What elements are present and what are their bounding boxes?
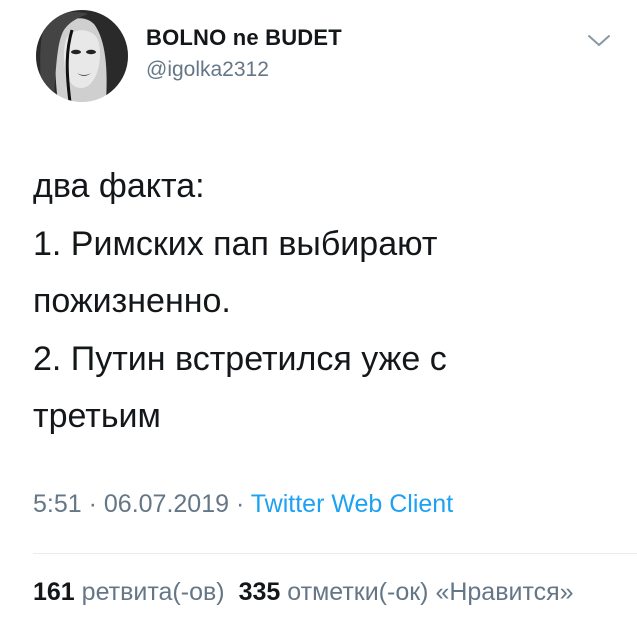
tweet-date[interactable]: 06.07.2019 [104,490,229,518]
user-handle[interactable]: @igolka2312 [146,58,269,82]
tweet-stats: 161 ретвита(-ов) 335 отметки(-ок) «Нравит… [33,578,574,607]
likes-count: 335 [238,578,281,606]
retweets-stat[interactable]: 161 ретвита(-ов) [33,578,225,606]
meta-separator: · [81,490,104,518]
tweet-card: BOLNO ne BUDET @igolka2312 два факта: 1.… [0,0,637,629]
tweet-source-link[interactable]: Twitter Web Client [251,490,453,518]
retweets-count: 161 [33,578,75,606]
chevron-down-icon[interactable] [586,30,612,50]
avatar-photo [36,10,128,102]
likes-stat[interactable]: 335 отметки(-ок) «Нравится» [239,578,574,606]
avatar[interactable] [36,10,128,102]
divider [33,553,637,554]
retweets-label: ретвита(-ов) [81,578,225,606]
tweet-time[interactable]: 5:51 [33,490,82,518]
display-name[interactable]: BOLNO ne BUDET [146,25,342,51]
tweet-text: два факта: 1. Римских пап выбирают пожиз… [33,167,447,435]
likes-label: отметки(-ок) «Нравится» [287,578,574,606]
meta-separator: · [229,490,251,518]
tweet-meta: 5:51 · 06.07.2019 · Twitter Web Client [33,490,453,519]
